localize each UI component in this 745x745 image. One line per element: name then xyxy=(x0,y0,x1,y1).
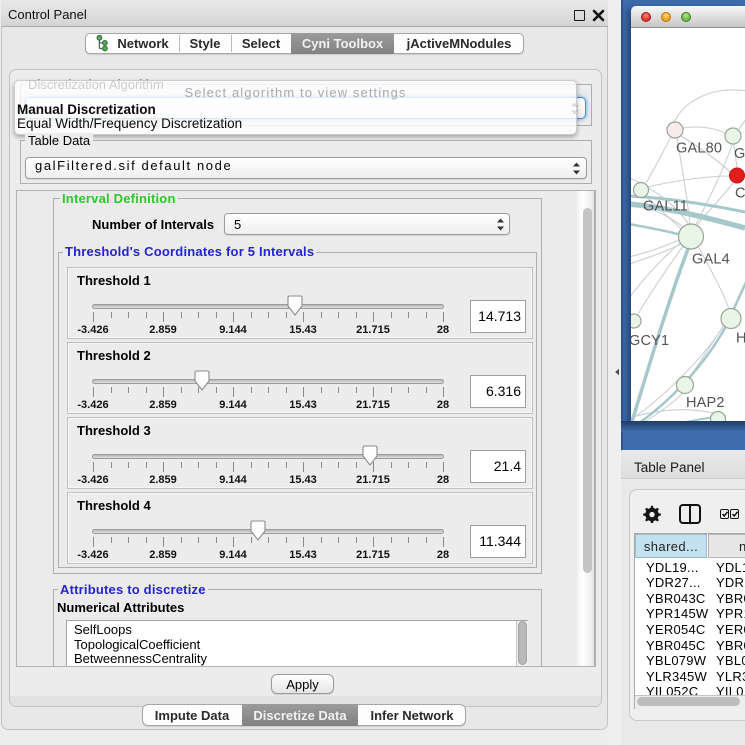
svg-text:GCY1: GCY1 xyxy=(631,333,669,349)
svg-text:HAP2: HAP2 xyxy=(686,395,725,411)
svg-text:GAL4: GAL4 xyxy=(692,252,730,268)
svg-text:CY: CY xyxy=(735,186,745,202)
svg-text:GAL11: GAL11 xyxy=(643,199,688,215)
svg-text:GAL80: GAL80 xyxy=(676,141,722,157)
svg-text:GA: GA xyxy=(734,146,745,162)
svg-text:HA: HA xyxy=(736,331,745,347)
